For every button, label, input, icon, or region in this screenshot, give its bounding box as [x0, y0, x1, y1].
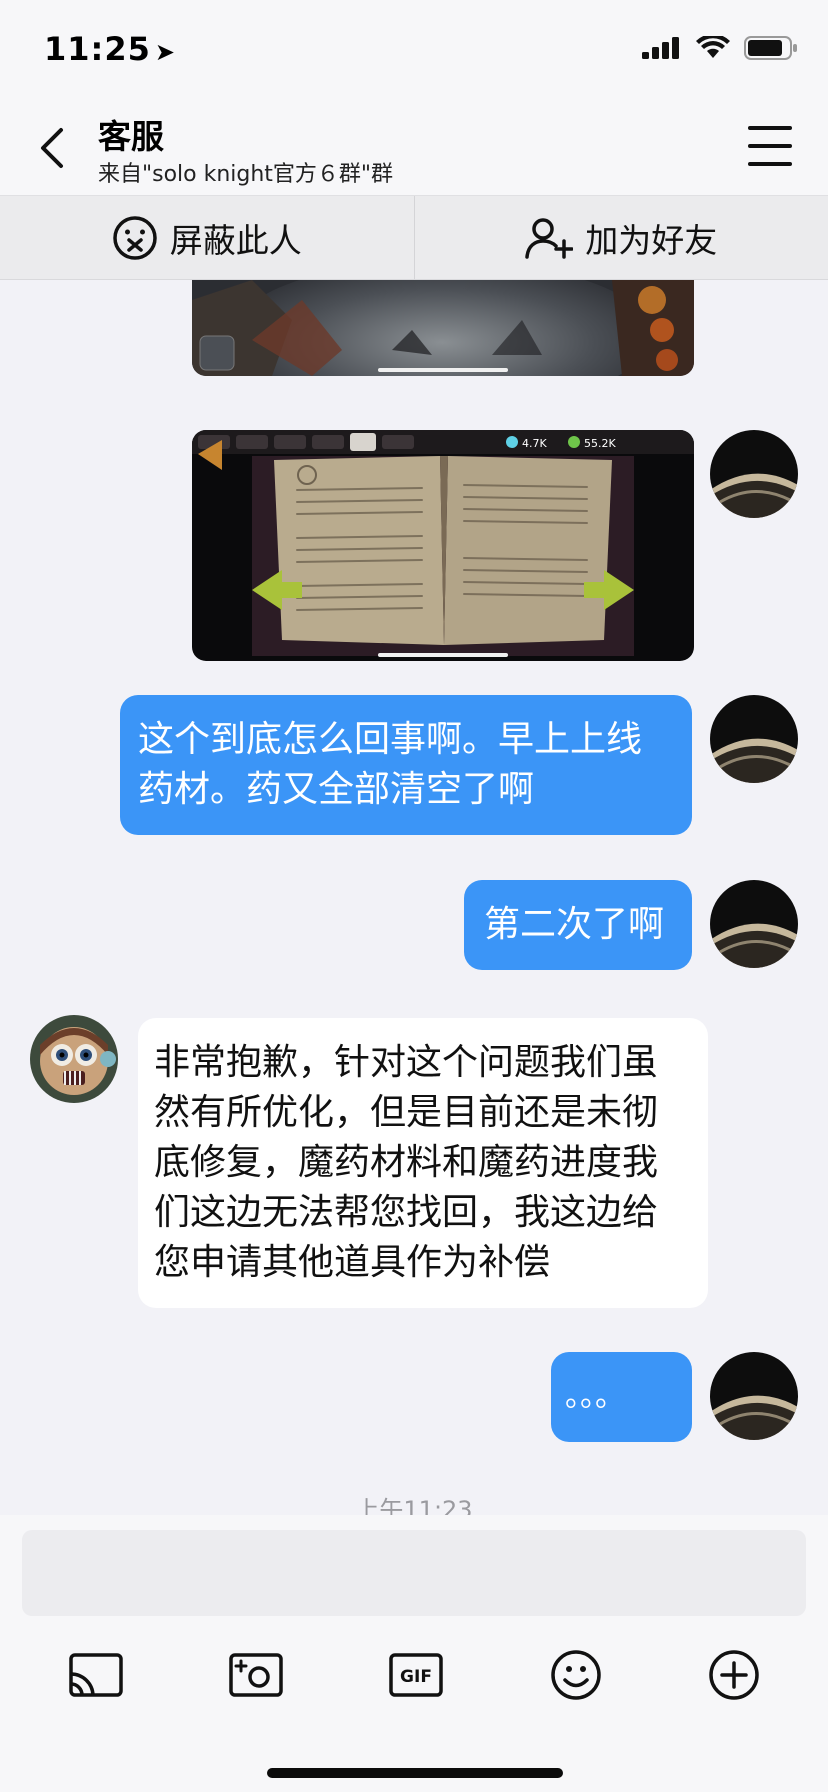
status-bar: 11:25 ➤ [0, 0, 828, 100]
message-line: 们这边无法帮您找回，我这边给 [154, 1192, 659, 1233]
page-title: 客服 [98, 117, 164, 156]
message-input[interactable] [22, 1530, 806, 1616]
chat-messages[interactable]: 4.7K 55.2K 这个到底怎么回事啊。早上上线 药材。药又全部清空了啊 第二… [0, 280, 828, 1515]
plus-icon [709, 1650, 759, 1700]
message-line: 药材。药又全部清空了啊 [138, 769, 535, 810]
battery-icon [744, 36, 797, 60]
location-arrow-icon: ➤ [154, 38, 176, 66]
image-message[interactable] [192, 280, 694, 376]
hud-gems-value: 4.7K [522, 437, 547, 450]
photo-icon [229, 1653, 283, 1697]
nav-bar: 客服 来自"solo knight官方６群"群 [0, 100, 828, 195]
message-bubble-outgoing[interactable]: 第二次了啊 [464, 880, 692, 970]
emoji-button[interactable] [546, 1645, 606, 1705]
support-avatar[interactable] [30, 1015, 118, 1103]
status-time-text: 11:25 [44, 30, 151, 68]
add-friend-label: 加为好友 [585, 220, 718, 260]
photo-button[interactable] [226, 1645, 286, 1705]
back-button[interactable] [28, 118, 76, 178]
action-bar: 屏蔽此人 加为好友 [0, 195, 828, 280]
status-time: 11:25 ➤ [44, 30, 176, 68]
message-line: 然有所优化，但是目前还是未彻 [154, 1092, 659, 1133]
user-avatar[interactable] [710, 880, 798, 968]
support-avatar-image [30, 1015, 118, 1103]
input-area: GIF [0, 1515, 828, 1792]
input-toolbar: GIF [0, 1645, 828, 1715]
hud-coins-value: 55.2K [584, 437, 616, 450]
image-message[interactable]: 4.7K 55.2K [192, 430, 694, 661]
user-avatar[interactable] [710, 695, 798, 783]
screen-share-button[interactable] [66, 1645, 126, 1705]
game-screenshot-image [192, 280, 694, 376]
signal-icon [642, 37, 679, 59]
menu-button[interactable] [748, 126, 792, 166]
message-bubble-outgoing[interactable]: 这个到底怎么回事啊。早上上线 药材。药又全部清空了啊 [120, 695, 692, 835]
gif-label: GIF [400, 1667, 432, 1687]
menu-bar-1 [748, 126, 792, 130]
message-line: 底修复，魔药材料和魔药进度我 [154, 1142, 659, 1183]
user-avatar-image [710, 1352, 798, 1440]
game-screenshot-image: 4.7K 55.2K [192, 430, 694, 661]
block-user-button[interactable]: 屏蔽此人 [0, 196, 414, 279]
wifi-icon [696, 36, 730, 58]
user-avatar[interactable] [710, 1352, 798, 1440]
home-indicator[interactable] [267, 1768, 563, 1778]
gif-button[interactable]: GIF [386, 1645, 446, 1705]
menu-bar-3 [748, 162, 792, 166]
page-subtitle: 来自"solo knight官方６群"群 [98, 162, 394, 187]
message-line: 您申请其他道具作为补偿 [154, 1242, 551, 1283]
message-line: 这个到底怎么回事啊。早上上线 [138, 719, 643, 760]
status-icons [642, 36, 798, 60]
menu-bar-2 [748, 144, 792, 148]
screen-share-icon [69, 1653, 123, 1697]
message-bubble-outgoing[interactable]: 。。。 [551, 1352, 692, 1442]
user-avatar-image [710, 880, 798, 968]
add-user-icon [525, 217, 574, 259]
gif-icon: GIF [389, 1653, 443, 1697]
message-line: 。。。 [565, 1379, 625, 1414]
user-avatar-image [710, 430, 798, 518]
user-avatar-image [710, 695, 798, 783]
user-avatar[interactable] [710, 430, 798, 518]
block-icon [113, 215, 157, 260]
message-timestamp: 上午11:23 [355, 1496, 473, 1515]
block-user-label: 屏蔽此人 [169, 220, 302, 260]
message-line: 第二次了啊 [484, 904, 665, 945]
message-bubble-incoming[interactable]: 非常抱歉，针对这个问题我们虽 然有所优化，但是目前还是未彻 底修复，魔药材料和魔… [138, 1018, 708, 1308]
emoji-icon [551, 1650, 601, 1700]
add-friend-button[interactable]: 加为好友 [415, 196, 828, 279]
more-button[interactable] [704, 1645, 764, 1705]
chevron-left-icon [41, 128, 63, 168]
message-line: 非常抱歉，针对这个问题我们虽 [154, 1042, 659, 1083]
